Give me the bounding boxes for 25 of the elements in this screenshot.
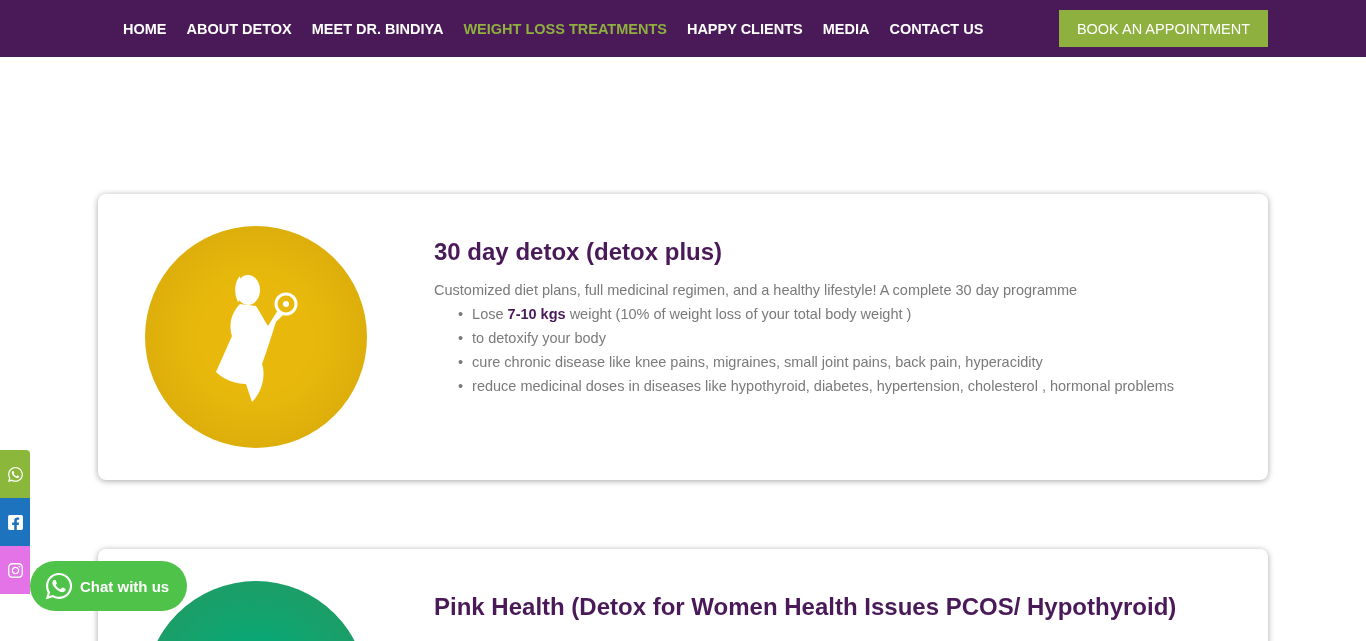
treatment-title: 30 day detox (detox plus): [434, 238, 724, 266]
benefit-item: to detoxify your body: [472, 329, 606, 348]
nav-link[interactable]: MEDIA: [822, 20, 870, 37]
instagram-icon: [6, 561, 24, 579]
bullet-marker: •: [458, 377, 464, 396]
whatsapp-icon: [6, 465, 24, 483]
nav-link[interactable]: WEIGHT LOSS TREATMENTS: [463, 20, 667, 37]
treatment-description: Customized diet plans, full medicinal regimen, and a healthy lifestyle! A complete 30 day programme: [434, 281, 1079, 300]
facebook-link[interactable]: [0, 498, 30, 546]
nav-link[interactable]: CONTACT US: [889, 20, 984, 37]
nav-link[interactable]: ABOUT DETOX: [186, 20, 292, 37]
whatsapp-link[interactable]: [0, 450, 30, 498]
bullet-marker: •: [458, 329, 464, 348]
bullet-marker: •: [458, 305, 464, 324]
whatsapp-icon: [44, 571, 74, 601]
treatment-title: Pink Health (Detox for Women Health Issues PCOS/ Hypothyroid): [434, 593, 1177, 621]
benefit-item: cure chronic disease like knee pains, migraines, small joint pains, back pain, hyperacidity: [472, 353, 1043, 372]
benefit-item: reduce medicinal doses in diseases like hypothyroid, diabetes, hypertension, cholesterol , hormonal problems: [472, 377, 1175, 396]
nav-link[interactable]: HOME: [123, 20, 167, 37]
bullet-marker: •: [458, 353, 464, 372]
nav-link[interactable]: MEET DR. BINDIYA: [311, 20, 444, 37]
benefit-item: Lose 7-10 kgs weight (10% of weight loss of your total body weight ): [472, 305, 912, 324]
instagram-link[interactable]: [0, 546, 30, 594]
facebook-icon: [6, 513, 24, 531]
nav-link[interactable]: HAPPY CLIENTS: [686, 20, 803, 37]
